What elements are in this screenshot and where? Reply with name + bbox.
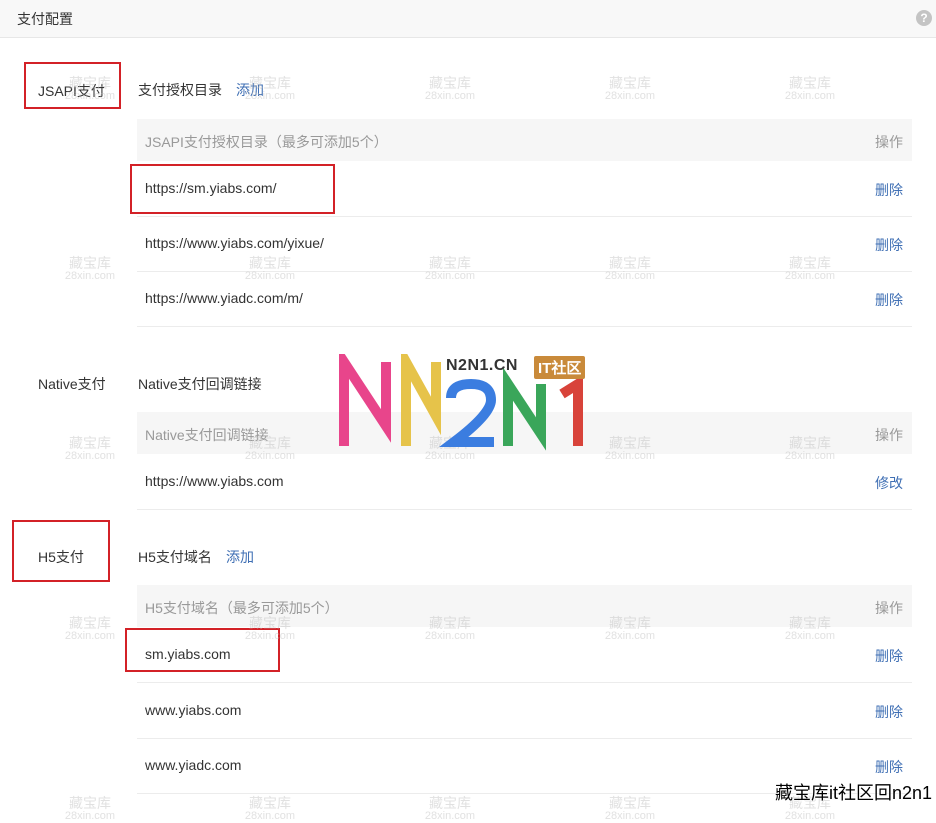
- watermark-line1: 藏宝库: [609, 795, 651, 811]
- watermark-line1: 藏宝库: [609, 75, 651, 91]
- watermark-line1: 藏宝库: [69, 795, 111, 811]
- watermark-line2: 28xin.com: [424, 90, 476, 102]
- watermark-line2: 28xin.com: [424, 810, 476, 822]
- delete-link[interactable]: 删除: [875, 180, 903, 200]
- watermark: 藏宝库 28xin.com: [780, 75, 840, 103]
- h5-domain-cell: www.yiadc.com: [145, 757, 242, 773]
- edit-link[interactable]: 修改: [875, 473, 903, 493]
- native-action-header: 操作: [875, 427, 903, 443]
- delete-link[interactable]: 删除: [875, 235, 903, 255]
- native-url-cell: https://www.yiabs.com: [145, 473, 284, 489]
- footer-watermark: 藏宝库it社区回n2n1: [774, 783, 932, 803]
- native-col-header: Native支付回调链接: [145, 427, 269, 443]
- delete-link[interactable]: 删除: [875, 290, 903, 310]
- watermark-line1: 藏宝库: [429, 75, 471, 91]
- table-row: https://www.yiabs.com/yixue/ 删除: [137, 216, 912, 272]
- h5-add-link[interactable]: 添加: [226, 547, 254, 567]
- watermark-line1: 藏宝库: [429, 795, 471, 811]
- watermark: 藏宝库 28xin.com: [60, 615, 120, 643]
- delete-link[interactable]: 删除: [875, 646, 903, 666]
- highlight-box: [130, 164, 335, 214]
- highlight-box: [12, 520, 110, 582]
- watermark-line2: 28xin.com: [604, 810, 656, 822]
- watermark-line2: 28xin.com: [64, 270, 116, 282]
- watermark: 藏宝库 28xin.com: [60, 255, 120, 283]
- h5-domain-cell: www.yiabs.com: [145, 702, 242, 718]
- watermark-line2: 28xin.com: [64, 450, 116, 462]
- watermark-line2: 28xin.com: [64, 630, 116, 642]
- watermark: 藏宝库 28xin.com: [600, 795, 660, 823]
- watermark-line1: 藏宝库: [69, 255, 111, 271]
- jsapi-url-cell: https://www.yiabs.com/yixue/: [145, 235, 324, 251]
- h5-col-header: H5支付域名（最多可添加5个）: [145, 600, 339, 616]
- watermark-line2: 28xin.com: [64, 810, 116, 822]
- table-row: https://www.yiabs.com 修改: [137, 454, 912, 510]
- logo-tag: IT社区: [534, 356, 586, 379]
- delete-link[interactable]: 删除: [875, 757, 903, 777]
- watermark-line2: 28xin.com: [784, 810, 836, 822]
- watermark-line1: 藏宝库: [69, 435, 111, 451]
- watermark: 藏宝库 28xin.com: [60, 795, 120, 823]
- jsapi-add-link[interactable]: 添加: [236, 80, 264, 100]
- watermark-line2: 28xin.com: [244, 810, 296, 822]
- h5-action-header: 操作: [875, 600, 903, 616]
- page-header: 支付配置 ?: [0, 0, 936, 38]
- watermark: 藏宝库 28xin.com: [420, 75, 480, 103]
- native-label: Native支付: [38, 376, 106, 392]
- watermark-line1: 藏宝库: [789, 75, 831, 91]
- h5-sub-title: H5支付域名: [138, 549, 212, 565]
- watermark-line1: 藏宝库: [249, 795, 291, 811]
- jsapi-sub-title: 支付授权目录: [138, 82, 222, 98]
- watermark-line2: 28xin.com: [784, 90, 836, 102]
- jsapi-action-header: 操作: [875, 134, 903, 150]
- native-sub-title: Native支付回调链接: [138, 376, 262, 392]
- watermark-line2: 28xin.com: [604, 90, 656, 102]
- watermark: 藏宝库 28xin.com: [600, 75, 660, 103]
- highlight-box: [125, 628, 280, 672]
- table-row: www.yiabs.com 删除: [137, 683, 912, 739]
- highlight-box: [24, 62, 121, 109]
- page-title: 支付配置: [17, 11, 73, 27]
- delete-link[interactable]: 删除: [875, 702, 903, 722]
- jsapi-col-header: JSAPI支付授权目录（最多可添加5个）: [145, 134, 388, 150]
- watermark-line1: 藏宝库: [69, 615, 111, 631]
- table-row: https://www.yiadc.com/m/ 删除: [137, 271, 912, 327]
- jsapi-url-cell: https://www.yiadc.com/m/: [145, 290, 303, 306]
- help-icon[interactable]: ?: [916, 10, 932, 26]
- watermark: 藏宝库 28xin.com: [60, 435, 120, 463]
- watermark: 藏宝库 28xin.com: [420, 795, 480, 823]
- watermark: 藏宝库 28xin.com: [240, 795, 300, 823]
- logo-subtitle: N2N1.CN: [446, 357, 518, 374]
- jsapi-table-header: JSAPI支付授权目录（最多可添加5个） 操作: [137, 119, 912, 161]
- h5-table-header: H5支付域名（最多可添加5个） 操作: [137, 585, 912, 627]
